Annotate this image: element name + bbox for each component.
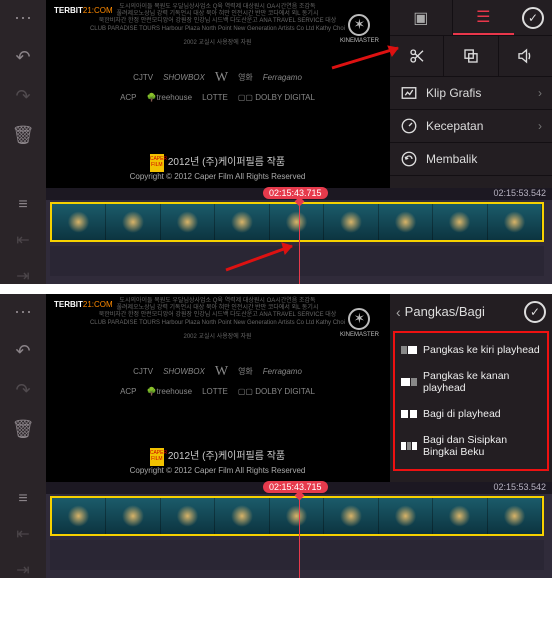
chevron-right-icon: › xyxy=(538,86,542,100)
timeline-settings-icon[interactable]: ≡ xyxy=(18,490,27,508)
layers-icon xyxy=(462,47,480,65)
reverse-icon xyxy=(400,150,418,168)
trim-right-option[interactable]: Pangkas ke kanan playhead xyxy=(395,363,547,401)
video-preview[interactable]: TERBIT21:COM 도시의아이들 복원도 우달님상사업소 Q육 역력제 대… xyxy=(46,0,389,188)
speaker-icon xyxy=(516,47,534,65)
more-icon[interactable]: ⋯ xyxy=(14,8,32,29)
volume-button[interactable] xyxy=(499,36,552,76)
undo-icon[interactable]: ↶ xyxy=(15,47,30,68)
jump-start-icon[interactable]: ⇤ xyxy=(16,230,29,250)
duplicate-button[interactable] xyxy=(444,36,498,76)
logos-row-2: ACP🌳treehouseLOTTE▢▢ DOLBY DIGITAL xyxy=(54,93,381,103)
delete-icon[interactable]: 🗑 xyxy=(12,419,35,440)
action-row xyxy=(390,35,552,77)
freeze-frame-icon xyxy=(401,440,417,452)
more-icon[interactable]: ⋯ xyxy=(14,302,32,323)
video-preview[interactable]: TERBIT21:COM 도시의아이들 복원도 우달님상사업소 Q육 역력제 대… xyxy=(46,294,389,482)
video-track[interactable] xyxy=(50,202,544,242)
credit-bottom: CAPERFILM2012년 (주)케이퍼필름 작품 Copyright © 2… xyxy=(46,154,389,182)
credits-overlay: TERBIT21:COM 도시의아이들 복원도 우달님상사업소 Q육 역력제 대… xyxy=(46,0,389,188)
menu-membalik[interactable]: Membalik xyxy=(390,143,552,176)
credits-overlay: TERBIT21:COM 도시의아이들 복원도 우달님상사업소 Q육 역력제 대… xyxy=(46,294,389,482)
jump-start-icon[interactable]: ⇤ xyxy=(16,524,29,544)
playhead[interactable] xyxy=(299,188,300,284)
menu-klip-grafis[interactable]: Klip Grafis › xyxy=(390,77,552,110)
trim-options-highlighted: Pangkas ke kiri playhead Pangkas ke kana… xyxy=(393,331,549,471)
delete-icon[interactable]: 🗑 xyxy=(12,125,35,146)
left-toolbar: ⋯ ↶ ↷ 🗑 xyxy=(0,0,46,188)
panel-tabs: ▣ ☰ ✓ xyxy=(390,0,552,35)
terbit-badge: TERBIT21:COM xyxy=(52,5,115,17)
back-icon[interactable]: ‹ xyxy=(396,304,401,320)
undo-icon[interactable]: ↶ xyxy=(15,341,30,362)
time-duration: 02:15:53.542 xyxy=(493,482,546,492)
audio-track[interactable] xyxy=(50,540,544,570)
graphics-icon xyxy=(400,84,418,102)
terbit-badge: TERBIT21:COM xyxy=(52,299,115,311)
jump-end-icon[interactable]: ⇥ xyxy=(16,266,29,286)
left-toolbar: ⋯ ↶ ↷ 🗑 xyxy=(0,294,46,482)
trim-split-button[interactable] xyxy=(390,36,444,76)
playhead[interactable] xyxy=(299,482,300,578)
speed-icon xyxy=(400,117,418,135)
trim-right-icon xyxy=(401,376,417,388)
redo-icon[interactable]: ↷ xyxy=(15,86,30,107)
time-badge: 02:15:43.715 xyxy=(263,187,328,199)
logos-row-1: CJTVSHOWBOXW영화Ferragamo xyxy=(54,363,381,381)
timeline-toolbar: ≡ ⇤ ⇥ xyxy=(0,188,46,284)
panel-menu: Klip Grafis › Kecepatan › Membalik xyxy=(390,77,552,176)
time-duration: 02:15:53.542 xyxy=(493,188,546,198)
logos-row-2: ACP🌳treehouseLOTTE▢▢ DOLBY DIGITAL xyxy=(54,387,381,397)
tab-options-icon[interactable]: ☰ xyxy=(453,0,515,35)
timeline-area: ≡ ⇤ ⇥ 02:15:43.715 02:15:53.542 xyxy=(0,482,552,578)
kinemaster-watermark: KINEMASTER xyxy=(340,308,379,340)
redo-icon[interactable]: ↷ xyxy=(15,380,30,401)
edit-panel: ▣ ☰ ✓ Klip Grafis › xyxy=(389,0,552,188)
split-icon xyxy=(401,408,417,420)
panel-title: Pangkas/Bagi xyxy=(405,304,485,319)
credit-bottom: CAPERFILM2012년 (주)케이퍼필름 작품 Copyright © 2… xyxy=(46,448,389,476)
audio-track[interactable] xyxy=(50,246,544,276)
jump-end-icon[interactable]: ⇥ xyxy=(16,560,29,580)
timeline[interactable]: 02:15:43.715 02:15:53.542 xyxy=(46,188,552,284)
trim-split-panel: ‹ Pangkas/Bagi ✓ Pangkas ke kiri playhea… xyxy=(389,294,552,482)
confirm-button[interactable]: ✓ xyxy=(524,301,546,323)
trim-left-option[interactable]: Pangkas ke kiri playhead xyxy=(395,337,547,363)
timeline-area: ≡ ⇤ ⇥ 02:15:43.715 02:15:53.542 xyxy=(0,188,552,284)
timeline-toolbar: ≡ ⇤ ⇥ xyxy=(0,482,46,578)
timeline-settings-icon[interactable]: ≡ xyxy=(18,196,27,214)
time-badge: 02:15:43.715 xyxy=(263,481,328,493)
chevron-right-icon: › xyxy=(538,119,542,133)
kinemaster-watermark: KINEMASTER xyxy=(340,14,379,46)
video-track[interactable] xyxy=(50,496,544,536)
panel-header: ‹ Pangkas/Bagi ✓ xyxy=(390,294,552,329)
tab-crop-icon[interactable]: ▣ xyxy=(390,0,452,35)
menu-kecepatan[interactable]: Kecepatan › xyxy=(390,110,552,143)
timeline[interactable]: 02:15:43.715 02:15:53.542 xyxy=(46,482,552,578)
trim-left-icon xyxy=(401,344,417,356)
scissors-icon xyxy=(408,47,426,65)
screenshot-bottom: ⋯ ↶ ↷ 🗑 TERBIT21:COM 도시의아이들 복원도 우달님상사업소 … xyxy=(0,294,552,578)
split-freeze-option[interactable]: Bagi dan Sisipkan Bingkai Beku xyxy=(395,427,547,465)
split-option[interactable]: Bagi di playhead xyxy=(395,401,547,427)
logos-row-1: CJTVSHOWBOXW영화Ferragamo xyxy=(54,69,381,87)
confirm-button[interactable]: ✓ xyxy=(514,7,552,29)
screenshot-top: ⋯ ↶ ↷ 🗑 TERBIT21:COM 도시의아이들 복원도 우달님상사업소 … xyxy=(0,0,552,284)
